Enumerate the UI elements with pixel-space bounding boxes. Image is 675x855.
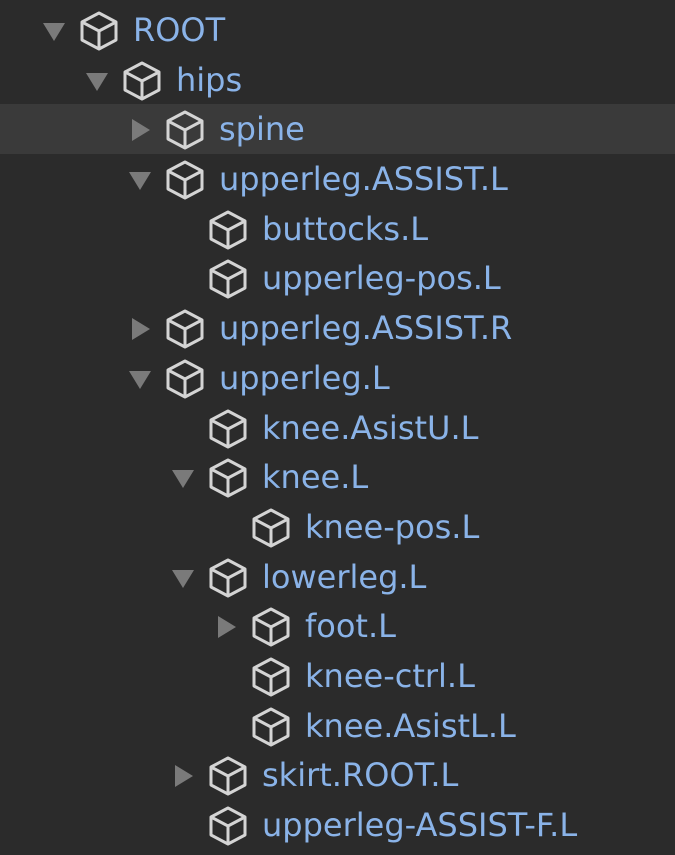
bone-icon bbox=[121, 60, 163, 102]
outliner-row[interactable]: lowerleg.L bbox=[0, 552, 675, 602]
disclosure-expanded-icon[interactable] bbox=[126, 365, 154, 393]
bone-name-label[interactable]: knee-pos.L bbox=[305, 506, 479, 548]
bone-icon bbox=[207, 557, 249, 599]
bone-name-label[interactable]: upperleg-ASSIST-F.L bbox=[262, 804, 577, 846]
outliner-row[interactable]: foot.L bbox=[0, 601, 675, 651]
bone-icon bbox=[207, 805, 249, 847]
bone-icon bbox=[207, 457, 249, 499]
outliner-row[interactable]: skirt.ROOT.L bbox=[0, 750, 675, 800]
bone-name-label[interactable]: spine bbox=[219, 108, 305, 150]
bone-name-label[interactable]: upperleg.ASSIST.R bbox=[219, 307, 512, 349]
outliner-row[interactable]: upperleg.ASSIST.L bbox=[0, 154, 675, 204]
bone-icon bbox=[78, 10, 120, 52]
bone-name-label[interactable]: upperleg-pos.L bbox=[262, 257, 501, 299]
outliner-tree: ROOT hips spine upperleg.ASSIST.L buttocks.L… bbox=[0, 5, 675, 850]
disclosure-expanded-icon[interactable] bbox=[83, 67, 111, 95]
bone-name-label[interactable]: upperleg.L bbox=[219, 357, 390, 399]
outliner-row[interactable]: knee.AsistL.L bbox=[0, 701, 675, 751]
bone-icon bbox=[250, 507, 292, 549]
disclosure-collapsed-icon[interactable] bbox=[126, 315, 154, 343]
disclosure-collapsed-icon[interactable] bbox=[126, 116, 154, 144]
bone-icon bbox=[164, 308, 206, 350]
outliner-row[interactable]: upperleg.L bbox=[0, 353, 675, 403]
bone-icon bbox=[250, 706, 292, 748]
bone-name-label[interactable]: knee.AsistU.L bbox=[262, 407, 478, 449]
outliner-row[interactable]: knee-pos.L bbox=[0, 502, 675, 552]
outliner-row[interactable]: knee.AsistU.L bbox=[0, 403, 675, 453]
bone-name-label[interactable]: lowerleg.L bbox=[262, 556, 426, 598]
bone-name-label[interactable]: skirt.ROOT.L bbox=[262, 754, 458, 796]
bone-name-label[interactable]: knee.L bbox=[262, 456, 368, 498]
outliner-row[interactable]: knee.L bbox=[0, 452, 675, 502]
outliner-row[interactable]: upperleg-pos.L bbox=[0, 253, 675, 303]
bone-name-label[interactable]: knee-ctrl.L bbox=[305, 655, 475, 697]
outliner-row[interactable]: spine bbox=[0, 104, 675, 155]
bone-name-label[interactable]: upperleg.ASSIST.L bbox=[219, 158, 508, 200]
bone-icon bbox=[164, 159, 206, 201]
outliner-row[interactable]: knee-ctrl.L bbox=[0, 651, 675, 701]
outliner-row[interactable]: ROOT bbox=[0, 5, 675, 55]
disclosure-expanded-icon[interactable] bbox=[169, 564, 197, 592]
outliner-row[interactable]: hips bbox=[0, 55, 675, 105]
disclosure-collapsed-icon[interactable] bbox=[169, 762, 197, 790]
outliner-row[interactable]: upperleg.ASSIST.R bbox=[0, 303, 675, 353]
bone-name-label[interactable]: foot.L bbox=[305, 605, 396, 647]
bone-icon bbox=[207, 408, 249, 450]
disclosure-collapsed-icon[interactable] bbox=[212, 613, 240, 641]
bone-icon bbox=[207, 209, 249, 251]
bone-icon bbox=[250, 606, 292, 648]
disclosure-expanded-icon[interactable] bbox=[169, 464, 197, 492]
bone-name-label[interactable]: knee.AsistL.L bbox=[305, 705, 516, 747]
disclosure-expanded-icon[interactable] bbox=[126, 166, 154, 194]
bone-icon bbox=[207, 755, 249, 797]
bone-icon bbox=[164, 109, 206, 151]
outliner-row[interactable]: buttocks.L bbox=[0, 204, 675, 254]
bone-icon bbox=[250, 656, 292, 698]
outliner-row[interactable]: upperleg-ASSIST-F.L bbox=[0, 800, 675, 850]
bone-icon bbox=[207, 258, 249, 300]
disclosure-expanded-icon[interactable] bbox=[40, 17, 68, 45]
bone-name-label[interactable]: hips bbox=[176, 59, 242, 101]
bone-name-label[interactable]: ROOT bbox=[133, 9, 225, 51]
bone-icon bbox=[164, 358, 206, 400]
bone-name-label[interactable]: buttocks.L bbox=[262, 208, 428, 250]
